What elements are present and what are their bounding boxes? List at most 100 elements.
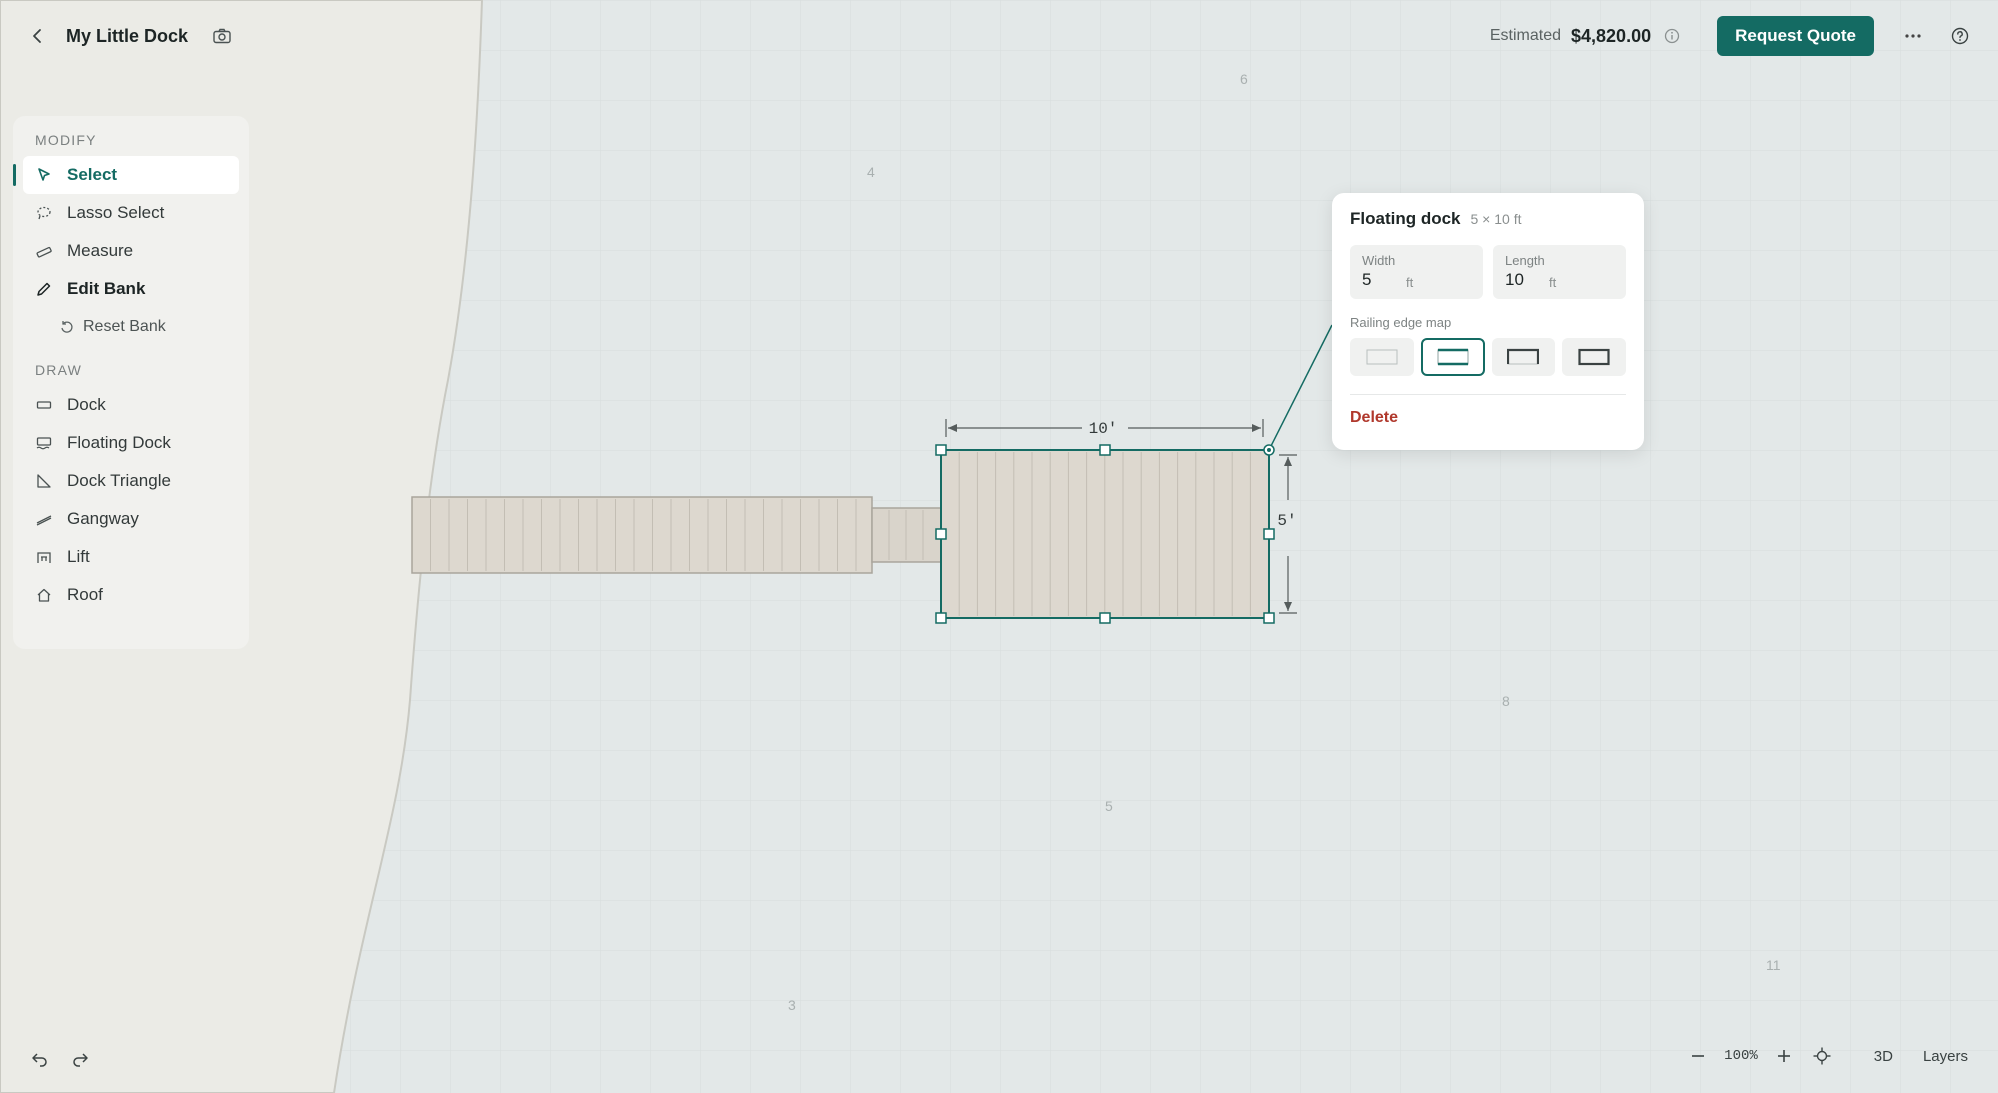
length-field[interactable]: Length ft [1493,245,1626,299]
popover-subtitle: 5 × 10 ft [1470,211,1522,227]
tool-panel: MODIFY Select Lasso Select Measure Edit … [13,116,249,649]
railing-option-top-bottom[interactable] [1420,338,1485,376]
resize-handle-n[interactable] [1099,444,1111,456]
railing-option-none[interactable] [1350,338,1414,376]
chevron-left-icon [33,29,41,43]
length-dimension-label: 10′ [1089,420,1118,438]
resize-handle-sw[interactable] [935,612,947,624]
railing-options [1350,338,1626,376]
popover-header: Floating dock 5 × 10 ft [1350,209,1626,229]
zoom-level: 100% [1724,1048,1758,1064]
tool-edit-bank[interactable]: Edit Bank [23,270,239,308]
tool-select[interactable]: Select [13,156,239,194]
railing-three-sides-icon [1507,348,1540,365]
length-label: Length [1505,253,1545,268]
redo-button[interactable] [68,1047,92,1071]
layers-button[interactable]: Layers [1923,1048,1968,1065]
grid-label: 4 [867,164,875,180]
width-field[interactable]: Width ft [1350,245,1483,299]
grid-label: 8 [1502,693,1510,709]
crosshair-icon [1813,1047,1831,1065]
tool-label: Lift [67,547,90,566]
tool-lift[interactable]: Lift [23,538,239,576]
zoom-out-button[interactable] [1686,1044,1710,1068]
dock-icon [33,394,55,416]
design-canvas[interactable]: 6 4 8 5 3 11 10′ 5′ [0,0,1998,1093]
modify-section-header: MODIFY [35,132,97,148]
tool-label: Floating Dock [67,433,171,452]
redo-icon [73,1053,88,1067]
history-controls [28,1047,92,1071]
grid-label: 3 [788,997,796,1013]
tool-label: Gangway [67,509,139,528]
grid-label: 11 [1766,957,1781,973]
tool-measure[interactable]: Measure [23,232,239,270]
gangway-icon [33,508,55,530]
lift-icon [33,546,55,568]
minus-icon [1692,1055,1705,1057]
more-options-button[interactable] [1900,23,1926,49]
triangle-icon [33,470,55,492]
cursor-icon [33,164,55,186]
gangway[interactable] [871,507,943,563]
popover-divider [1350,394,1626,395]
tool-roof[interactable]: Roof [23,576,239,614]
view-controls: 100% 3D Layers [1686,1041,1968,1071]
estimate-info-button[interactable] [1663,27,1681,45]
tool-reset-bank[interactable]: Reset Bank [23,308,239,346]
width-label: Width [1362,253,1396,268]
lasso-icon [33,202,55,224]
fixed-dock[interactable] [411,496,873,574]
grid-label: 6 [1240,71,1248,87]
project-title[interactable]: My Little Dock [66,26,188,47]
reset-icon [59,316,75,338]
back-button[interactable] [24,22,52,50]
tool-floating-dock[interactable]: Floating Dock [23,424,239,462]
railing-label: Railing edge map [1350,315,1452,330]
tool-label: Roof [67,585,103,604]
snapshot-button[interactable] [210,24,234,48]
info-icon [1664,28,1680,44]
tool-lasso-select[interactable]: Lasso Select [23,194,239,232]
properties-popover: Floating dock 5 × 10 ft Width ft Length … [1332,193,1644,450]
floating-dock-icon [33,432,55,454]
railing-option-three-sides[interactable] [1491,338,1556,376]
recenter-button[interactable] [1810,1044,1834,1068]
length-unit: ft [1549,275,1557,290]
width-input[interactable] [1362,270,1402,290]
tool-dock[interactable]: Dock [23,386,239,424]
resize-handle-se[interactable] [1263,612,1275,624]
railing-all-sides-icon [1578,348,1610,366]
ruler-icon [33,240,55,262]
undo-icon [32,1053,47,1067]
help-button[interactable] [1948,24,1972,48]
popover-title: Floating dock [1350,209,1461,228]
resize-handle-w[interactable] [935,528,947,540]
width-dimension-label: 5′ [1277,512,1296,530]
estimate-label: Estimated [1489,27,1562,44]
request-quote-button[interactable]: Request Quote [1717,16,1874,56]
plus-icon [1777,1050,1790,1062]
railing-top-bottom-icon [1437,348,1469,366]
railing-option-all-sides[interactable] [1562,338,1626,376]
tool-label: Dock [67,395,106,414]
grid-label: 5 [1105,798,1113,814]
floating-dock-selected[interactable] [940,449,1270,619]
width-unit: ft [1406,275,1414,290]
tool-gangway[interactable]: Gangway [23,500,239,538]
view-3d-button[interactable]: 3D [1874,1048,1893,1065]
header-left: My Little Dock [24,18,234,54]
resize-handle-e[interactable] [1263,528,1275,540]
zoom-in-button[interactable] [1772,1044,1796,1068]
undo-button[interactable] [28,1047,52,1071]
resize-handle-nw[interactable] [935,444,947,456]
tool-dock-triangle[interactable]: Dock Triangle [23,462,239,500]
delete-button[interactable]: Delete [1350,409,1398,427]
tool-label: Select [67,165,118,184]
pen-icon [33,278,55,300]
resize-handle-s[interactable] [1099,612,1111,624]
length-input[interactable] [1505,270,1545,290]
tool-label: Measure [67,241,134,260]
tool-label: Dock Triangle [67,471,171,490]
header-right: Estimated $4,820.00 Request Quote [1490,16,1972,56]
